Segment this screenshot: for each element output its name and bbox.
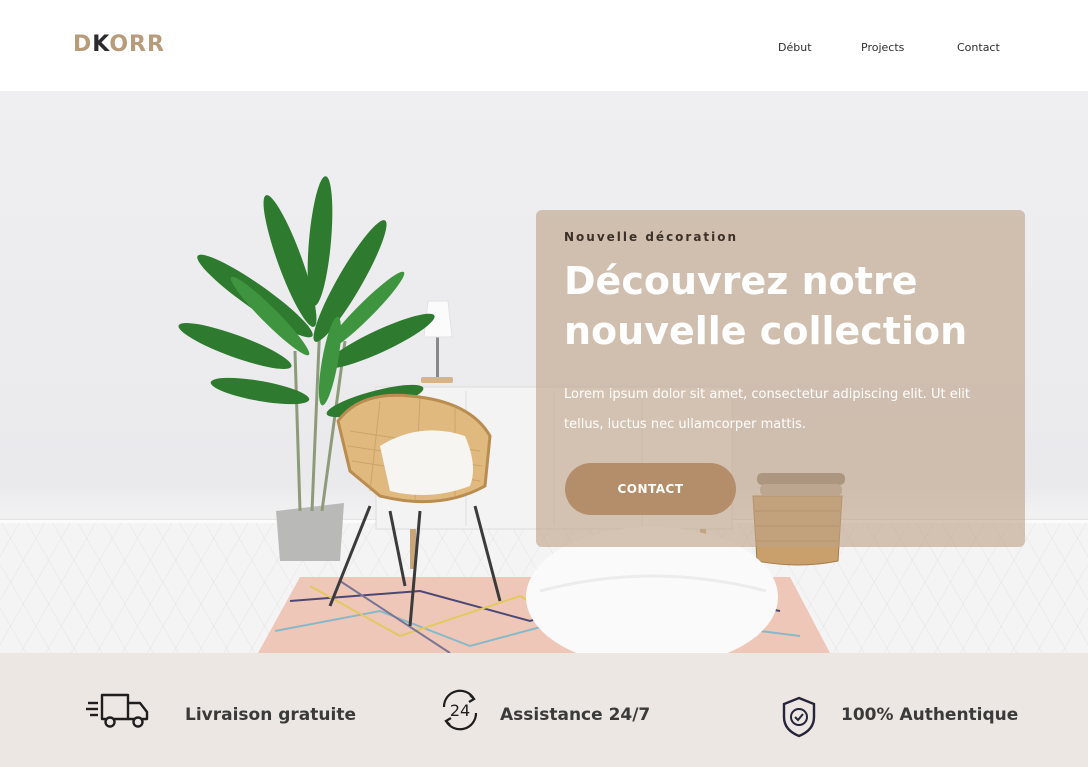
brand-logo[interactable]: DKORR xyxy=(73,32,165,57)
hero-card: Nouvelle décoration Découvrez notre nouv… xyxy=(536,210,1025,547)
nav-link-contact[interactable]: Contact xyxy=(957,41,1000,54)
features-bar: Livraison gratuite 24 Assistance 24/7 10… xyxy=(0,653,1088,767)
logo-letter-d: D xyxy=(73,32,93,57)
hero-description: Lorem ipsum dolor sit amet, consectetur … xyxy=(564,387,971,432)
svg-text:24: 24 xyxy=(450,701,470,720)
nav-link-projects[interactable]: Projects xyxy=(861,41,904,54)
contact-button[interactable]: CONTACT xyxy=(565,463,736,515)
nav-link-debut[interactable]: Début xyxy=(778,41,812,54)
shield-check-icon xyxy=(782,696,816,738)
cushion xyxy=(380,430,474,495)
support-24-icon: 24 xyxy=(442,689,478,731)
feature-free-delivery: Livraison gratuite xyxy=(185,705,356,725)
site-header: DKORR Début Projects Contact xyxy=(0,0,1088,91)
palm-plant xyxy=(178,176,435,418)
delivery-truck-icon xyxy=(86,693,149,728)
feature-authentic: 100% Authentique xyxy=(841,705,1019,725)
plant-pot xyxy=(276,503,344,561)
logo-letter-k: K xyxy=(92,32,110,57)
logo-letters-orr: ORR xyxy=(109,32,165,57)
hero-banner: Nouvelle décoration Découvrez notre nouv… xyxy=(0,91,1088,653)
feature-support: Assistance 24/7 xyxy=(500,705,651,725)
hero-eyebrow: Nouvelle décoration xyxy=(564,230,739,244)
hero-title: Découvrez notre nouvelle collection xyxy=(564,259,968,353)
